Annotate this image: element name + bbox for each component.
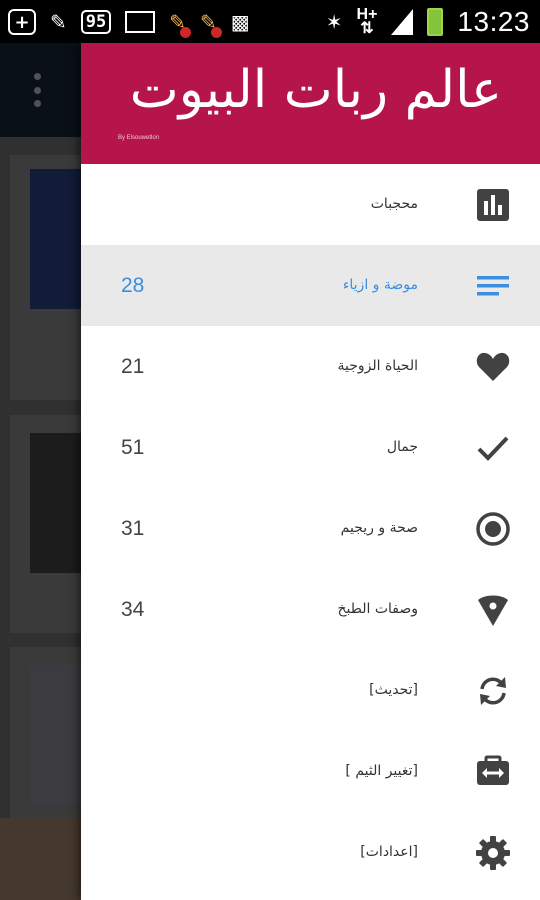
item-label: [اعدادات]: [360, 844, 418, 860]
notification-icons: + ✎ 95 ✎ ✎ ▩: [8, 6, 250, 38]
refresh-icon: [475, 673, 511, 709]
item-count: 34: [121, 598, 145, 621]
item-count: 51: [121, 436, 145, 459]
item-label: جمال: [386, 439, 418, 455]
broom-icon: ✎: [50, 10, 67, 34]
item-label: [تغيير الثيم ]: [345, 763, 418, 779]
item-count: 31: [121, 517, 145, 540]
item-label: محجبات: [370, 196, 418, 212]
menu-item-health-diet[interactable]: 31 صحة و ريجيم: [81, 488, 540, 569]
item-count: 28: [121, 274, 145, 297]
app-subtitle: By Elsouwetlon: [118, 135, 160, 141]
cleaner-icon: ✎: [169, 10, 192, 38]
theme-icon: [475, 754, 511, 790]
app-title: عالم ربات البيوت: [129, 60, 502, 120]
radio-button-icon: [475, 511, 511, 547]
heart-icon: [475, 349, 511, 385]
menu-item-recipes[interactable]: 34 وصفات الطبخ: [81, 569, 540, 650]
bar-chart-icon: [475, 187, 511, 223]
item-label: الحياة الزوجية: [337, 358, 419, 374]
menu-item-change-theme[interactable]: [تغيير الثيم ]: [81, 731, 540, 812]
mail-icon: [125, 11, 156, 33]
menu-item-settings[interactable]: [اعدادات]: [81, 812, 540, 893]
drawer-header: عالم ربات البيوت By Elsouwetlon: [81, 43, 540, 164]
cleaner-icon: ✎: [200, 10, 222, 38]
menu-item-fashion[interactable]: 28 موضة و ازياء: [81, 245, 540, 326]
battery-charging-icon: [427, 8, 444, 36]
clock: 13:23: [457, 6, 530, 37]
item-label: صحة و ريجيم: [340, 520, 418, 536]
navigation-drawer: عالم ربات البيوت By Elsouwetlon محجبات 2…: [81, 43, 540, 900]
drawer-menu: محجبات 28 موضة و ازياء 21 الحياة الزوجية…: [81, 164, 540, 893]
menu-item-hijab[interactable]: محجبات: [81, 164, 540, 245]
menu-item-refresh[interactable]: [تحديث]: [81, 650, 540, 731]
item-label: [تحديث]: [369, 682, 418, 698]
status-bar: + ✎ 95 ✎ ✎ ▩ ✶ H+ ⇅ 13:23: [0, 0, 540, 43]
signal-icon: [391, 9, 414, 35]
check-icon: [475, 430, 511, 466]
add-icon: +: [8, 9, 36, 35]
lines-icon: [475, 268, 511, 304]
network-h-plus-icon: H+ ⇅: [356, 6, 378, 37]
settings-icon: [475, 835, 511, 871]
notification-95-icon: 95: [80, 10, 112, 34]
menu-item-beauty[interactable]: 51 جمال: [81, 407, 540, 488]
system-icons: ✶ H+ ⇅ 13:23: [326, 6, 530, 38]
popcorn-icon: ▩: [230, 10, 250, 34]
item-label: وصفات الطبخ: [337, 601, 418, 617]
menu-item-married-life[interactable]: 21 الحياة الزوجية: [81, 326, 540, 407]
item-count: 21: [121, 355, 145, 378]
item-label: موضة و ازياء: [342, 277, 418, 293]
bluetooth-icon: ✶: [325, 10, 343, 34]
location-pin-icon: [475, 592, 511, 628]
